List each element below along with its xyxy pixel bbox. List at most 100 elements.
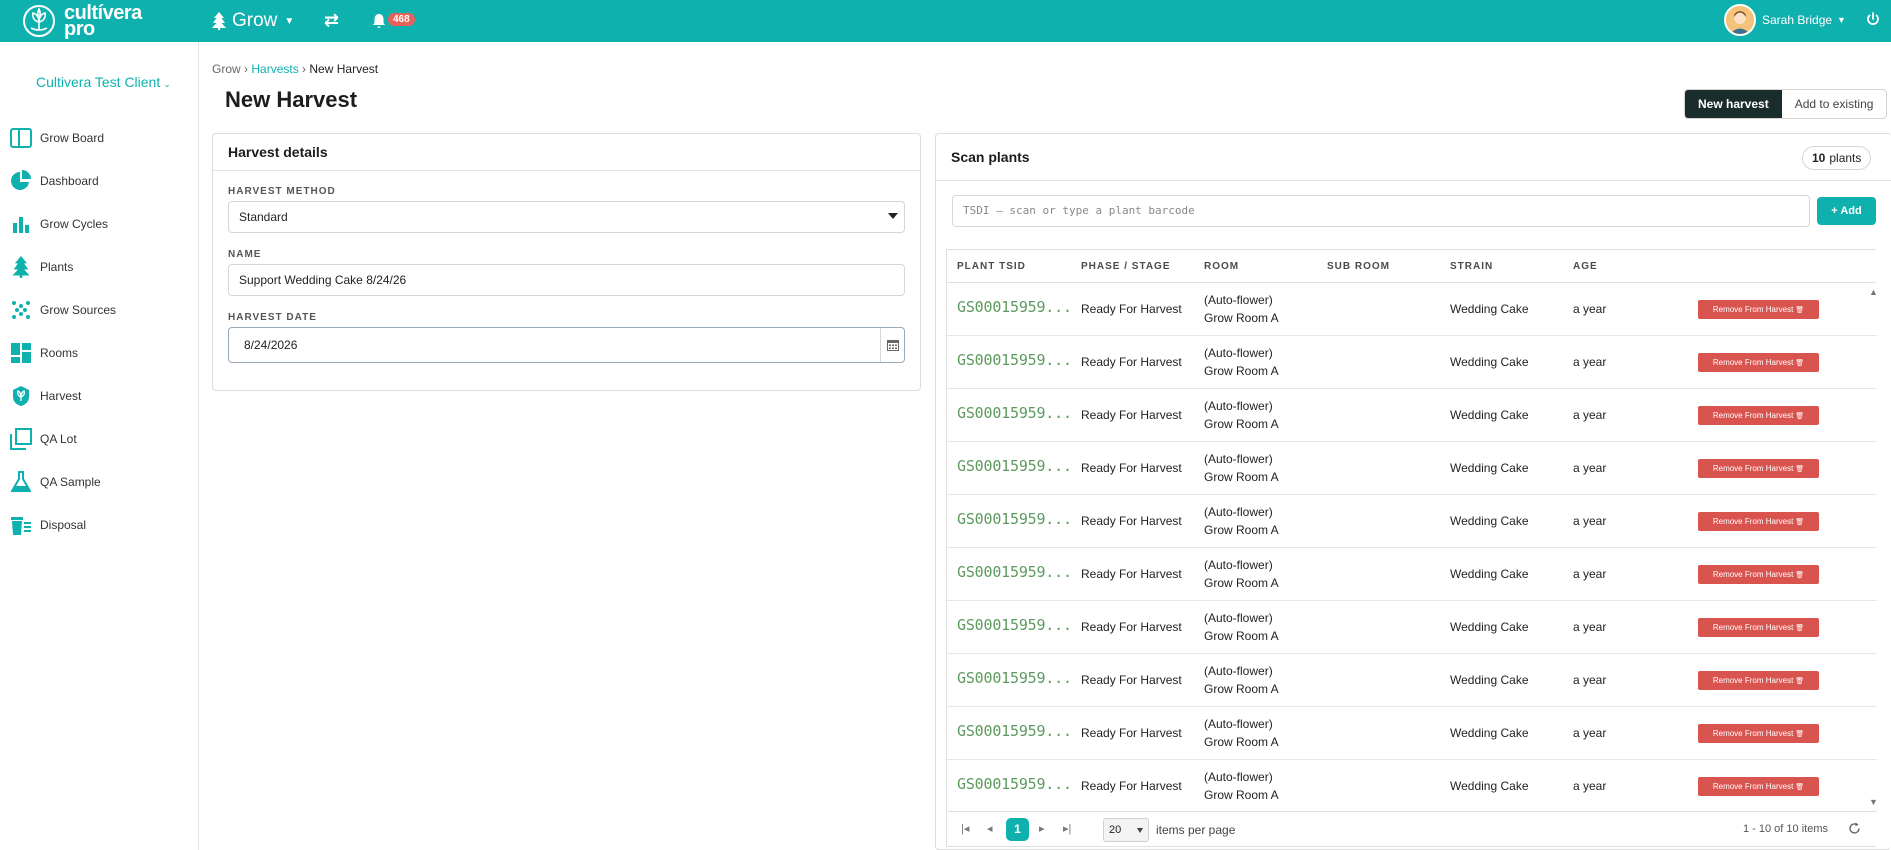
user-menu[interactable]: Sarah Bridge ▼ (1724, 4, 1846, 36)
sidebar-item-disposal[interactable]: Disposal (0, 503, 199, 546)
tree-icon (10, 255, 32, 278)
sidebar-item-dashboard[interactable]: Dashboard (0, 159, 199, 202)
column-header-sub-room[interactable]: SUB ROOM (1327, 261, 1390, 272)
page-number-current[interactable]: 1 (1006, 818, 1029, 841)
harvest-name-input[interactable]: Support Wedding Cake 8/24/26 (228, 264, 905, 296)
harvest-date-label: HARVEST DATE (228, 312, 317, 323)
plant-barcode-input[interactable]: TSDI — scan or type a plant barcode (952, 195, 1810, 227)
table-row[interactable]: GS00015959... Ready For Harvest (Auto-flow… (947, 548, 1877, 601)
notification-badge[interactable]: 468 (388, 13, 415, 26)
table-row[interactable]: GS00015959... Ready For Harvest (Auto-flow… (947, 760, 1877, 811)
remove-from-harvest-button[interactable]: Remove From Harvest 🗑 (1698, 724, 1819, 743)
plant-tsid-cell[interactable]: GS00015959... (957, 404, 1072, 422)
plant-tsid-cell[interactable]: GS00015959... (957, 775, 1072, 793)
new-harvest-button[interactable]: New harvest (1685, 90, 1782, 118)
plant-tsid-cell[interactable]: GS00015959... (957, 563, 1072, 581)
phase-cell: Ready For Harvest (1081, 461, 1182, 475)
plant-tsid-cell[interactable]: GS00015959... (957, 669, 1072, 687)
chevron-down-icon (1137, 828, 1143, 833)
next-page-icon[interactable]: ▸ (1039, 822, 1045, 835)
calendar-button[interactable] (880, 328, 904, 362)
switch-arrows-icon[interactable]: ⇄ (324, 10, 339, 31)
sidebar-item-harvest[interactable]: Harvest (0, 374, 199, 417)
room-line-2-cell: Grow Room A (1204, 311, 1279, 325)
breadcrumb-root[interactable]: Grow (212, 62, 241, 76)
table-row[interactable]: GS00015959... Ready For Harvest (Auto-flow… (947, 707, 1877, 760)
plant-tsid-cell[interactable]: GS00015959... (957, 510, 1072, 528)
sidebar-item-grow-sources[interactable]: Grow Sources (0, 288, 199, 331)
scroll-up-icon[interactable]: ▲ (1869, 287, 1877, 297)
bar-chart-icon (10, 213, 32, 235)
plant-tsid-cell[interactable]: GS00015959... (957, 616, 1072, 634)
scroll-down-icon[interactable]: ▼ (1869, 797, 1877, 807)
column-header-age[interactable]: AGE (1573, 261, 1598, 272)
rooms-icon (10, 342, 32, 364)
phase-cell: Ready For Harvest (1081, 355, 1182, 369)
column-header-plant-tsid[interactable]: PLANT TSID (957, 261, 1026, 272)
client-selector[interactable]: Cultivera Test Client ⌄ (36, 74, 171, 90)
table-row[interactable]: GS00015959... Ready For Harvest (Auto-flow… (947, 283, 1877, 336)
sidebar-item-grow-board[interactable]: Grow Board (0, 116, 199, 159)
remove-from-harvest-button[interactable]: Remove From Harvest 🗑 (1698, 565, 1819, 584)
remove-from-harvest-button[interactable]: Remove From Harvest 🗑 (1698, 300, 1819, 319)
remove-from-harvest-button[interactable]: Remove From Harvest 🗑 (1698, 353, 1819, 372)
remove-from-harvest-button[interactable]: Remove From Harvest 🗑 (1698, 618, 1819, 637)
strain-cell: Wedding Cake (1450, 461, 1529, 475)
remove-from-harvest-label: Remove From Harvest (1712, 623, 1794, 632)
last-page-icon[interactable]: ▸| (1063, 822, 1071, 835)
table-row[interactable]: GS00015959... Ready For Harvest (Auto-flow… (947, 495, 1877, 548)
trash-icon: 🗑 (1793, 625, 1805, 632)
avatar[interactable] (1724, 4, 1756, 36)
add-to-existing-button[interactable]: Add to existing (1781, 90, 1887, 118)
remove-from-harvest-button[interactable]: Remove From Harvest 🗑 (1698, 459, 1819, 478)
power-icon[interactable] (1866, 12, 1880, 26)
add-plant-button[interactable]: + Add (1817, 197, 1876, 225)
module-switcher[interactable]: Grow ▼ (212, 10, 294, 32)
remove-from-harvest-button[interactable]: Remove From Harvest 🗑 (1698, 671, 1819, 690)
bell-icon[interactable] (372, 13, 386, 29)
table-row[interactable]: GS00015959... Ready For Harvest (Auto-flow… (947, 601, 1877, 654)
room-line-2-cell: Grow Room A (1204, 576, 1279, 590)
page-size-value: 20 (1109, 824, 1122, 836)
sidebar-item-label: Rooms (40, 345, 79, 360)
plant-tsid-cell[interactable]: GS00015959... (957, 351, 1072, 369)
sidebar-item-label: Dashboard (40, 173, 99, 188)
logo-wordmark: cultívera pro (64, 3, 142, 39)
harvest-method-select[interactable]: Standard (228, 201, 905, 233)
chevron-down-icon (888, 213, 898, 219)
harvest-date-input[interactable]: 8/24/2026 (228, 327, 905, 363)
sidebar-item-label: Harvest (40, 388, 82, 403)
sidebar-item-plants[interactable]: Plants (0, 245, 199, 288)
harvest-icon (10, 385, 32, 407)
trash-icon (10, 514, 32, 536)
remove-from-harvest-button[interactable]: Remove From Harvest 🗑 (1698, 777, 1819, 796)
prev-page-icon[interactable]: ◂ (987, 822, 993, 835)
page-size-select[interactable]: 20 (1103, 818, 1149, 842)
column-header-strain[interactable]: STRAIN (1450, 261, 1493, 272)
remove-from-harvest-button[interactable]: Remove From Harvest 🗑 (1698, 406, 1819, 425)
plant-tsid-cell[interactable]: GS00015959... (957, 722, 1072, 740)
phase-cell: Ready For Harvest (1081, 567, 1182, 581)
column-header-phase[interactable]: PHASE / STAGE (1081, 261, 1171, 272)
sidebar-item-rooms[interactable]: Rooms (0, 331, 199, 374)
first-page-icon[interactable]: |◂ (961, 822, 969, 835)
sidebar-item-qa-lot[interactable]: QA Lot (0, 417, 199, 460)
table-row[interactable]: GS00015959... Ready For Harvest (Auto-flow… (947, 389, 1877, 442)
strain-cell: Wedding Cake (1450, 408, 1529, 422)
age-cell: a year (1573, 567, 1607, 581)
room-line-1-cell: (Auto-flower) (1204, 611, 1273, 625)
sidebar-item-grow-cycles[interactable]: Grow Cycles (0, 202, 199, 245)
room-line-2-cell: Grow Room A (1204, 629, 1279, 643)
remove-from-harvest-button[interactable]: Remove From Harvest 🗑 (1698, 512, 1819, 531)
app-logo[interactable]: cultívera pro (22, 3, 142, 39)
table-row[interactable]: GS00015959... Ready For Harvest (Auto-flow… (947, 654, 1877, 707)
plant-tsid-cell[interactable]: GS00015959... (957, 457, 1072, 475)
table-row[interactable]: GS00015959... Ready For Harvest (Auto-flow… (947, 336, 1877, 389)
refresh-icon[interactable] (1848, 822, 1861, 835)
plant-tsid-cell[interactable]: GS00015959... (957, 298, 1072, 316)
breadcrumb-harvests-link[interactable]: Harvests (251, 62, 298, 76)
sidebar-item-qa-sample[interactable]: QA Sample (0, 460, 199, 503)
column-header-room[interactable]: ROOM (1204, 261, 1239, 272)
trash-icon: 🗑 (1793, 466, 1805, 473)
table-row[interactable]: GS00015959... Ready For Harvest (Auto-flow… (947, 442, 1877, 495)
